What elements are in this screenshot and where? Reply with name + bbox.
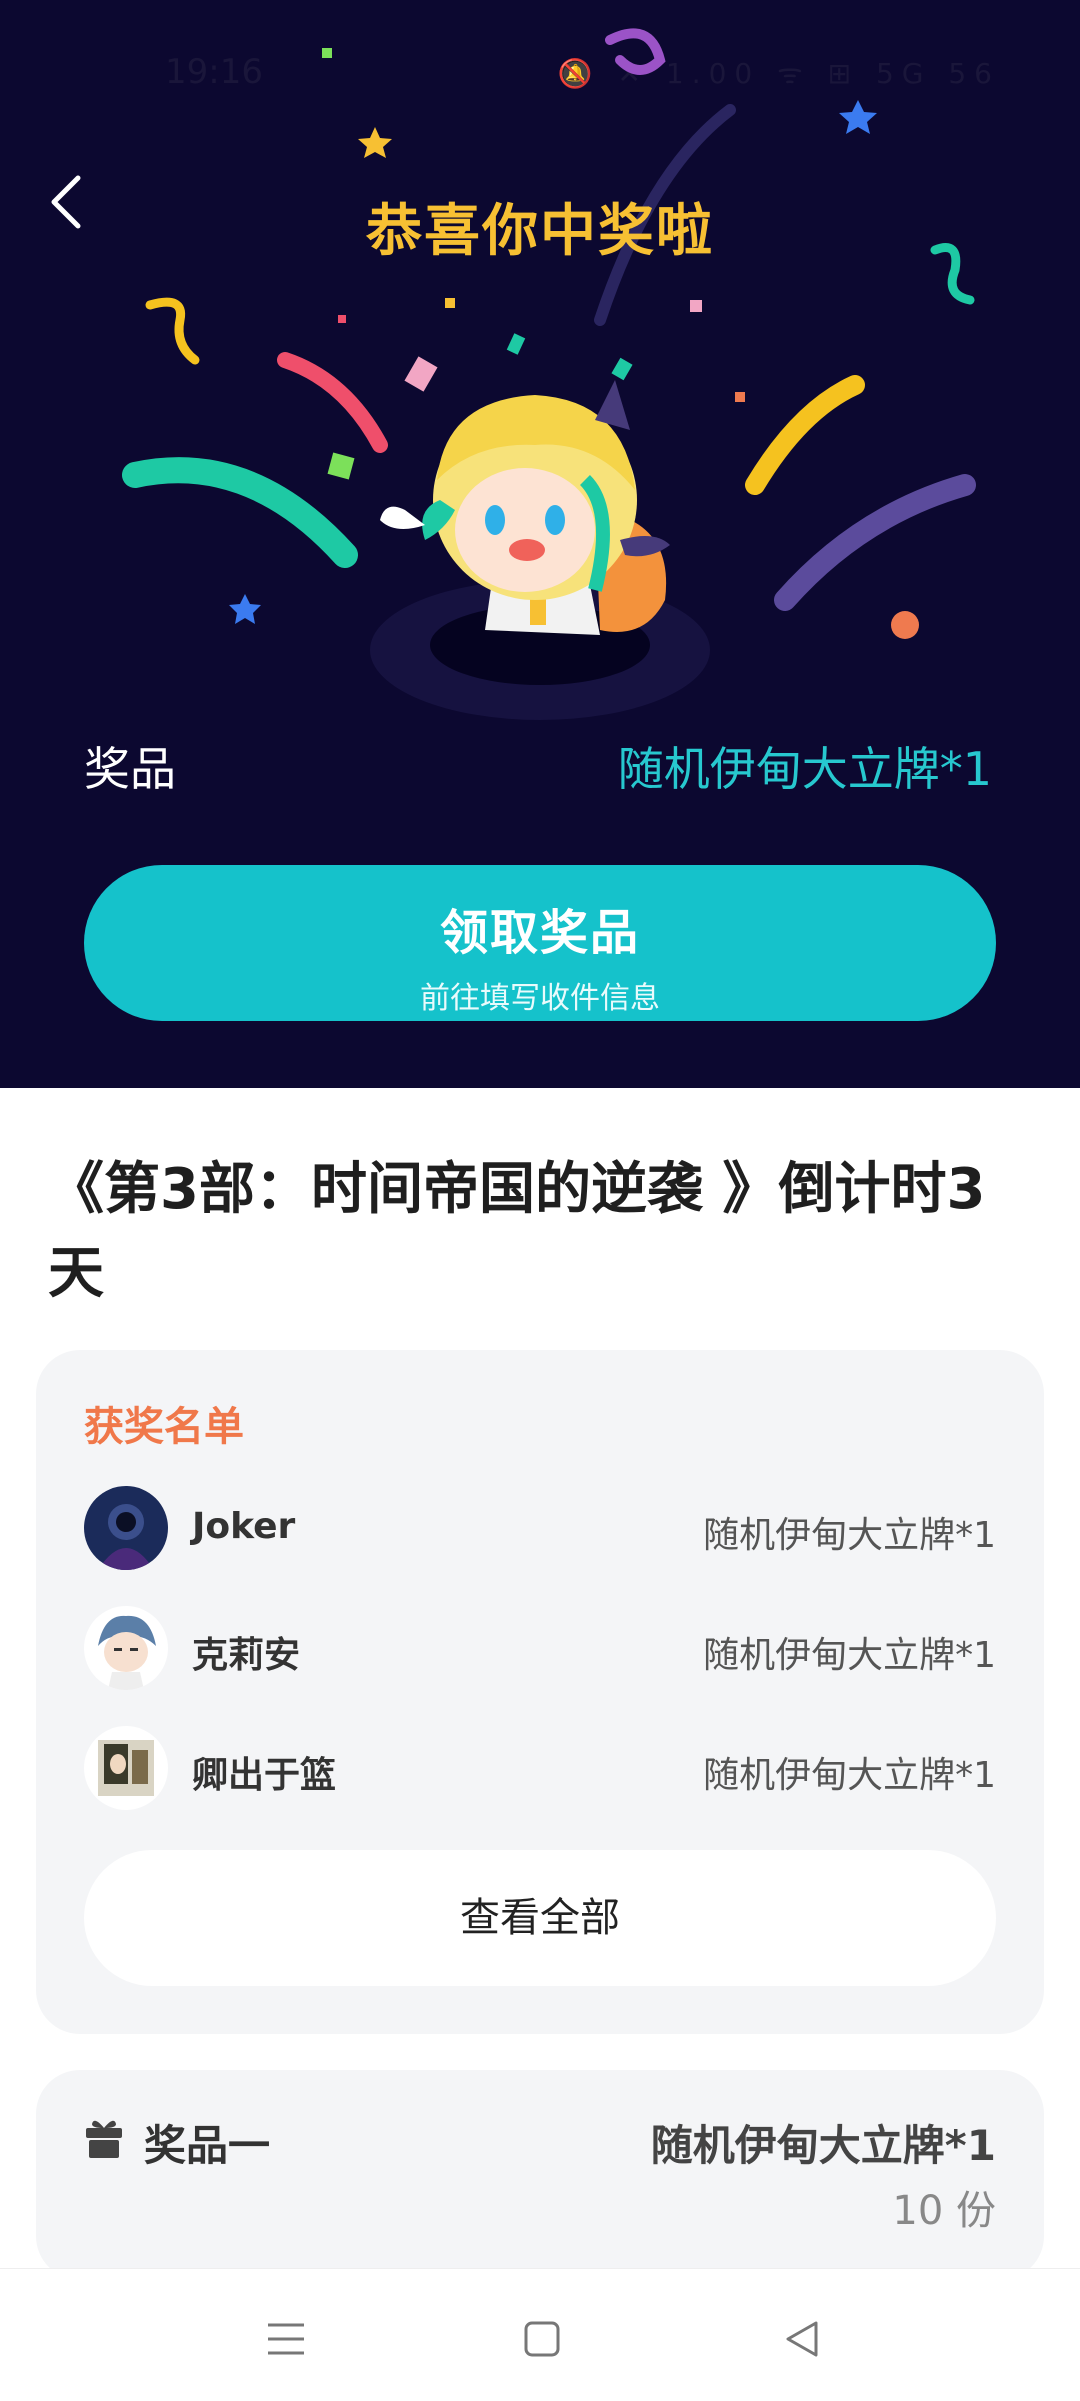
winner-row: Joker 随机伊甸大立牌*1 [84,1486,996,1576]
back-nav-button[interactable] [772,2309,832,2369]
mascot-illustration [370,380,710,720]
winners-card: 获奖名单 Joker 随机伊甸大立牌*1 克莉安 随机伊甸大立牌*1 卿出于篮 … [36,1350,1044,2034]
avatar [84,1726,168,1810]
back-nav-icon [786,2321,818,2357]
prize-card: 奖品一 随机伊甸大立牌*1 10 份 [36,2070,1044,2280]
prize-item-label: 奖品一 [144,2121,271,2170]
system-nav-bar [0,2268,1080,2401]
gift-icon [86,2120,122,2158]
celebration-banner: 19:16 🔕 ✕ 1.00 ᯤ ⊞ 5G 56 恭喜你中奖啦 奖品 随机伊甸大… [0,0,1080,1088]
winner-name: 克莉安 [192,1635,301,1676]
claim-button-label: 领取奖品 [439,905,640,961]
home-button[interactable] [512,2309,572,2369]
winner-prize: 随机伊甸大立牌*1 [703,1755,996,1796]
winner-prize: 随机伊甸大立牌*1 [703,1515,996,1556]
view-all-button[interactable]: 查看全部 [84,1850,996,1986]
winner-row: 卿出于篮 随机伊甸大立牌*1 [84,1726,996,1816]
winners-heading: 获奖名单 [84,1404,244,1450]
winner-row: 克莉安 随机伊甸大立牌*1 [84,1606,996,1696]
claim-button-sublabel: 前往填写收件信息 [420,981,660,1016]
avatar [84,1486,168,1570]
event-title: 《第3部：时间帝国的逆袭 》倒计时3天 [48,1157,986,1306]
menu-icon [268,2323,304,2355]
winner-name: 卿出于篮 [192,1755,337,1796]
claim-prize-button[interactable]: 领取奖品 前往填写收件信息 [84,865,996,1021]
menu-button[interactable] [256,2309,316,2369]
prize-item-quantity: 10 份 [892,2188,996,2234]
home-icon [524,2321,560,2357]
avatar [84,1606,168,1690]
winner-name: Joker [192,1506,296,1547]
prize-item-value: 随机伊甸大立牌*1 [650,2121,996,2170]
prize-label: 奖品 [84,742,176,796]
page-title: 恭喜你中奖啦 [366,199,714,264]
prize-value: 随机伊甸大立牌*1 [617,742,992,796]
winner-prize: 随机伊甸大立牌*1 [703,1635,996,1676]
